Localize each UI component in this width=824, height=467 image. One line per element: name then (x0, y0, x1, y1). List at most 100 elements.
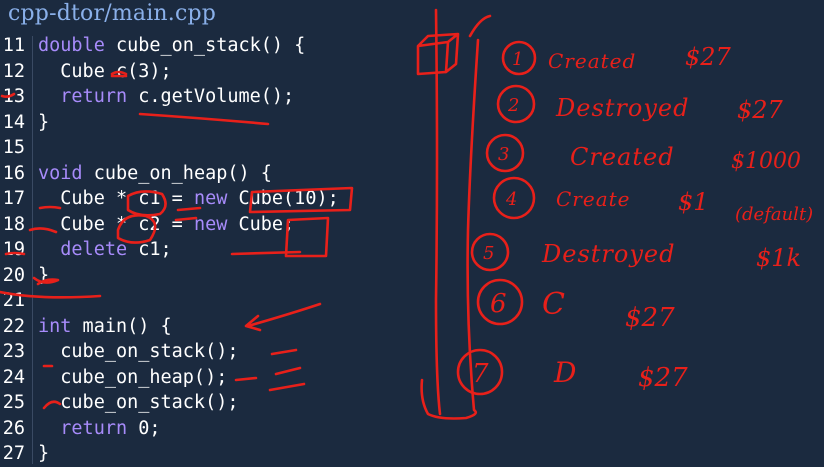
code-line-26[interactable]: 26 return 0; (0, 416, 380, 442)
code-text: double cube_on_stack() { (38, 33, 305, 59)
code-token: } (38, 111, 50, 133)
annotation-event-2: Destroyed (555, 94, 689, 122)
line-number: 11 (2, 35, 25, 56)
ink-circle-6 (476, 278, 524, 326)
code-token: main() { (71, 315, 172, 337)
line-number: 26 (2, 417, 25, 439)
code-line-16[interactable]: 16 void cube_on_heap() { (0, 161, 380, 187)
ink-circle-3 (485, 133, 525, 173)
code-text: cube_on_heap(); (38, 365, 227, 391)
code-line-14[interactable]: 14} (0, 110, 380, 136)
annotation-value-2: $27 (737, 96, 784, 124)
code-token: } (38, 264, 50, 286)
annotation-event-7: D (553, 356, 576, 389)
code-line-18[interactable]: 18 Cube * c2 = new Cube; (0, 212, 380, 238)
code-token: cube_on_stack(); (38, 341, 239, 362)
code-text: return c.getVolume(); (38, 84, 294, 110)
code-line-21[interactable]: 21 (0, 288, 380, 314)
ink-bracket (420, 14, 492, 420)
code-line-24[interactable]: 24 cube_on_heap(); (0, 365, 380, 391)
code-line-13[interactable]: 13 return c.getVolume(); (0, 84, 380, 110)
keyword-token: void (38, 162, 83, 184)
code-line-23[interactable]: 23 cube_on_stack(); (0, 339, 380, 365)
annotation-event-4: Create (556, 187, 631, 211)
code-text: } (38, 110, 49, 136)
keyword-token: double (38, 35, 105, 56)
annotation-side-note: (default) (735, 204, 813, 225)
line-number: 14 (2, 111, 25, 133)
code-line-11[interactable]: 11 double cube_on_stack() { (0, 33, 380, 59)
line-number: 20 (2, 264, 25, 286)
code-token: cube_on_stack() { (104, 35, 306, 56)
line-number: 27 (2, 443, 25, 464)
line-number: 23 (2, 341, 25, 362)
code-line-25[interactable]: 25 cube_on_stack(); (0, 390, 380, 416)
code-text: cube_on_stack(); (38, 339, 238, 365)
code-token: Cube; (227, 213, 295, 235)
annotation-value-4: $1 (678, 188, 709, 216)
annotation-event-5: Destroyed (541, 240, 675, 268)
code-text: int main() { (38, 314, 172, 340)
line-number: 12 (2, 60, 25, 82)
ink-circle-7 (456, 348, 504, 396)
line-number: 13 (2, 86, 25, 107)
keyword-token: return (60, 417, 128, 439)
annotation-event-6: C (542, 287, 565, 322)
code-token: Cube(10); (227, 188, 339, 209)
code-token: c1; (127, 239, 172, 260)
code-token: c.getVolume(); (127, 86, 295, 107)
code-line-19[interactable]: 19 delete c1; (0, 237, 380, 263)
annotation-value-3: $1000 (731, 149, 801, 174)
code-token: Cube * c2 = (38, 213, 194, 235)
code-token: cube_on_stack(); (38, 392, 239, 413)
line-number: 22 (2, 315, 25, 337)
code-line-20[interactable]: 20} (0, 263, 380, 289)
code-text: delete c1; (38, 237, 172, 263)
file-title: cpp-dtor/main.cpp (8, 1, 217, 26)
code-text: void cube_on_heap() { (38, 161, 272, 187)
annotation-event-3: Created (570, 143, 675, 171)
line-number: 18 (2, 213, 25, 235)
code-line-12[interactable]: 12 Cube c(3); (0, 59, 380, 85)
ink-circle-4 (492, 176, 536, 220)
line-number: 17 (2, 188, 25, 209)
annotation-num-7: 7 (472, 359, 489, 389)
keyword-token: new (193, 188, 228, 209)
code-line-22[interactable]: 22 int main() { (0, 314, 380, 340)
line-number: 21 (2, 290, 25, 311)
annotation-event-1: Created (548, 49, 636, 73)
code-text: } (38, 441, 49, 467)
annotation-value-7: $27 (638, 363, 688, 393)
annotation-value-5: $1k (756, 244, 801, 272)
annotation-num-2: 2 (507, 95, 519, 116)
keyword-token: new (193, 213, 228, 235)
annotation-num-6: 6 (490, 289, 507, 319)
code-text: Cube c(3); (38, 59, 172, 85)
annotation-num-3: 3 (498, 144, 509, 165)
annotation-num-1: 1 (512, 49, 523, 70)
code-token: Cube * c1 = (38, 188, 194, 209)
code-token: 0; (127, 417, 161, 439)
keyword-token: int (38, 315, 72, 337)
code-token: Cube c(3); (38, 60, 172, 82)
code-line-27[interactable]: 27} (0, 441, 380, 467)
keyword-token: return (60, 86, 128, 107)
line-number: 19 (2, 239, 25, 260)
annotation-value-6: $27 (625, 303, 675, 333)
ink-circle-5 (470, 232, 510, 272)
code-text: return 0; (38, 416, 161, 442)
code-text: Cube * c2 = new Cube; (38, 212, 294, 238)
code-line-17[interactable]: 17 Cube * c1 = new Cube(10); (0, 186, 380, 212)
ink-bracket-vertical (434, 8, 442, 416)
code-line-15[interactable]: 15 (0, 135, 380, 161)
code-text: } (38, 263, 49, 289)
ink-cube-sketch (416, 32, 460, 76)
line-number: 15 (2, 137, 25, 158)
ink-circle-1 (501, 40, 537, 76)
ink-circle-2 (496, 84, 536, 124)
annotation-num-5: 5 (483, 243, 494, 264)
line-number: 24 (2, 366, 25, 388)
code-text: Cube * c1 = new Cube(10); (38, 186, 339, 212)
